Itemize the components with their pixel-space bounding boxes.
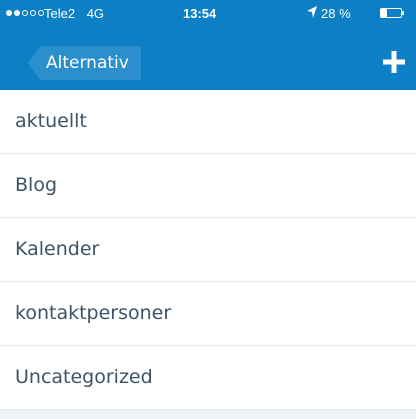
- clock: 13:54: [183, 6, 217, 21]
- category-label: Uncategorized: [15, 366, 153, 388]
- category-label: kontaktpersoner: [15, 302, 172, 324]
- plus-icon: [383, 51, 405, 73]
- list-item[interactable]: kontaktpersoner: [0, 282, 416, 346]
- status-bar: Tele2 4G 13:54 28 %: [0, 0, 416, 30]
- battery-percent: 28 %: [321, 6, 351, 21]
- battery-tip: [402, 11, 404, 15]
- battery-icon: [380, 8, 402, 18]
- back-button-label: Alternativ: [46, 53, 129, 73]
- carrier-label: Tele2 4G: [44, 6, 104, 21]
- category-label: aktuellt: [15, 110, 87, 132]
- back-button[interactable]: Alternativ: [28, 46, 141, 80]
- location-arrow-icon: [306, 5, 318, 22]
- signal-dot: [22, 10, 28, 16]
- list-item[interactable]: Uncategorized: [0, 346, 416, 410]
- category-label: Blog: [15, 174, 57, 196]
- category-list: aktuellt Blog Kalender kontaktpersoner U…: [0, 90, 416, 410]
- category-label: Kalender: [15, 238, 100, 260]
- add-button[interactable]: [380, 48, 408, 76]
- battery-fill: [381, 9, 387, 17]
- signal-dot: [30, 10, 36, 16]
- list-item[interactable]: Blog: [0, 154, 416, 218]
- list-item[interactable]: Kalender: [0, 218, 416, 282]
- network-type: 4G: [86, 6, 105, 21]
- header-bar: Tele2 4G 13:54 28 % Alternativ: [0, 0, 416, 90]
- signal-strength-icon: [6, 10, 44, 16]
- list-item[interactable]: aktuellt: [0, 90, 416, 154]
- app-screen: Tele2 4G 13:54 28 % Alternativ aktuellt …: [0, 0, 416, 419]
- carrier-name: Tele2: [44, 6, 76, 21]
- signal-dot: [6, 10, 12, 16]
- signal-dot: [14, 10, 20, 16]
